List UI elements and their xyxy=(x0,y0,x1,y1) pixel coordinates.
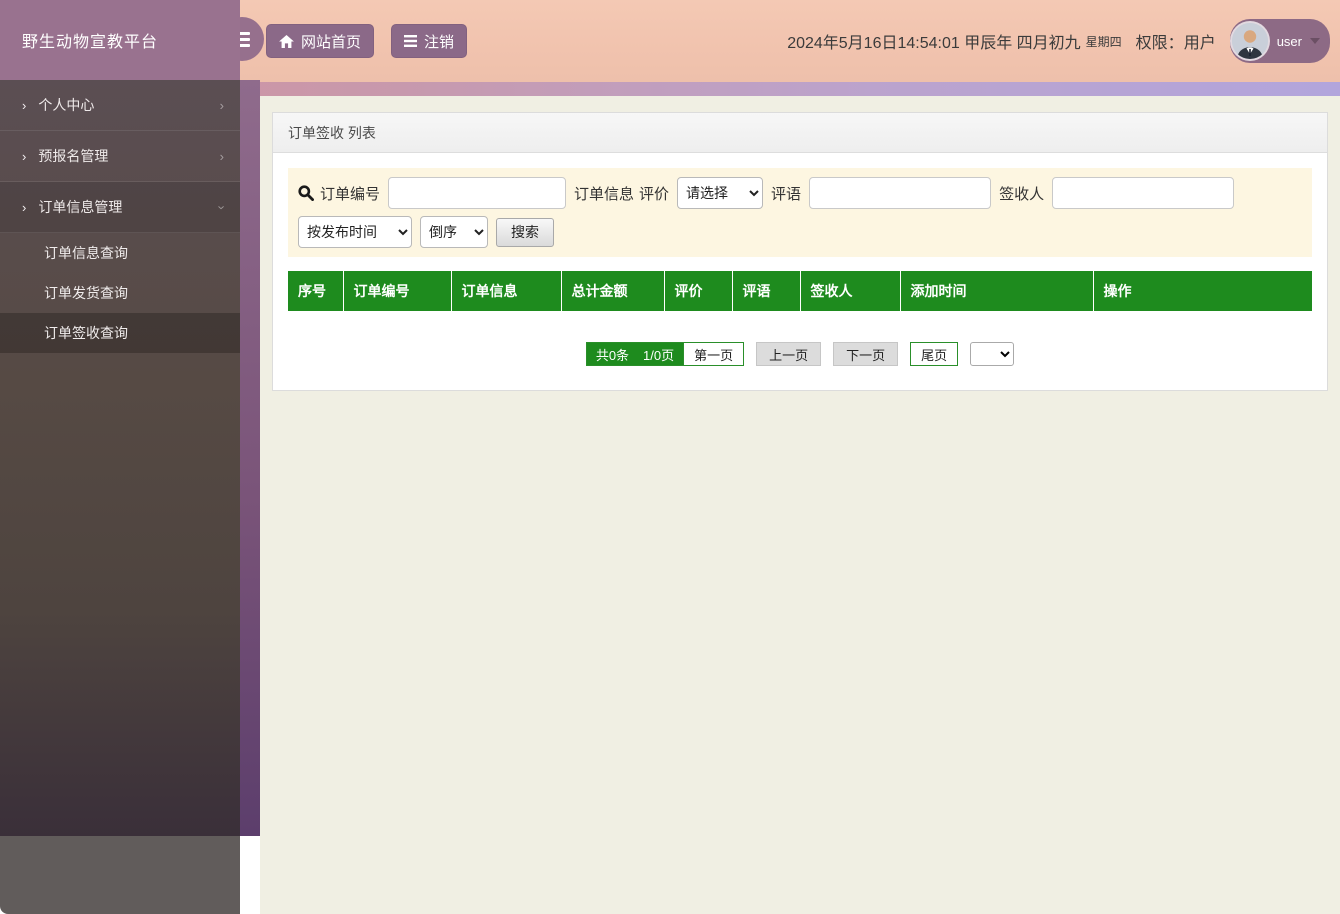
panel-header: 订单签收 列表 xyxy=(273,113,1327,153)
column-header-total-amount: 总计金额 xyxy=(561,271,665,311)
sidebar-item-label: 个人中心 xyxy=(38,97,95,113)
search-row-2: 按发布时间 倒序 搜索 xyxy=(298,216,1302,248)
chevron-down-icon: › xyxy=(214,204,230,210)
user-menu[interactable]: user xyxy=(1229,19,1330,63)
sidebar: › 个人中心 › › 预报名管理 › › 订单信息管理 › 订单信息查询 订单发… xyxy=(0,80,260,836)
home-icon xyxy=(279,34,294,48)
logout-button[interactable]: 注销 xyxy=(391,24,468,58)
receiver-input[interactable] xyxy=(1052,177,1235,209)
next-page-button[interactable]: 下一页 xyxy=(833,342,899,366)
search-row-1: 订单编号 订单信息 评价 请选择 评语 签收人 xyxy=(298,177,1302,209)
sidebar-item-label: 预报名管理 xyxy=(38,148,109,164)
comment-input[interactable] xyxy=(809,177,992,209)
role-value: 用户 xyxy=(1183,35,1216,52)
page-select[interactable] xyxy=(970,342,1015,366)
total-count: 共0条 xyxy=(595,347,630,363)
logout-button-label: 注销 xyxy=(424,33,455,51)
user-avatar xyxy=(1231,23,1268,59)
column-header-seq: 序号 xyxy=(288,271,344,311)
order-info-label: 订单信息 xyxy=(574,185,635,203)
rating-label: 评价 xyxy=(639,185,670,203)
weekday-text: 星期四 xyxy=(1085,34,1122,49)
sidebar-item-label: 订单信息管理 xyxy=(38,199,123,215)
column-header-actions: 操作 xyxy=(1093,271,1312,311)
chevron-right-icon: › xyxy=(219,148,224,164)
datetime-text: 2024年5月16日14:54:01 甲辰年 四月初九 xyxy=(787,35,1081,52)
sidebar-subitem-order-receipt-query[interactable]: 订单签收查询 xyxy=(0,313,240,353)
permission-text: 权限：用户 xyxy=(1136,29,1216,53)
sidebar-menu: › 个人中心 › › 预报名管理 › › 订单信息管理 › 订单信息查询 订单发… xyxy=(0,80,240,836)
sidebar-subitem-order-shipping-query[interactable]: 订单发货查询 xyxy=(0,273,240,313)
pagination: 共0条 1/0页 第一页 上一页 下一页 尾页 xyxy=(288,342,1312,366)
sidebar-subitem-label: 订单签收查询 xyxy=(44,325,128,341)
column-header-add-time: 添加时间 xyxy=(900,271,1094,311)
order-receipt-panel: 订单签收 列表 订单编号 订单信息 评价 请选择 评语 签收人 按发布时间 倒序… xyxy=(272,112,1328,391)
username-label: user xyxy=(1276,33,1302,49)
sidebar-subitem-label: 订单发货查询 xyxy=(44,285,128,301)
home-button[interactable]: 网站首页 xyxy=(266,24,375,58)
home-button-label: 网站首页 xyxy=(301,33,362,51)
table-header-row: 序号 订单编号 订单信息 总计金额 评价 评语 签收人 添加时间 操作 xyxy=(288,271,1312,311)
column-header-order-no: 订单编号 xyxy=(343,271,452,311)
rating-select[interactable]: 请选择 xyxy=(677,177,764,209)
column-header-receiver: 签收人 xyxy=(800,271,901,311)
list-icon xyxy=(404,35,418,47)
app-title: 野生动物宣教平台 xyxy=(22,34,159,51)
caret-down-icon xyxy=(1310,38,1320,44)
panel-body: 订单编号 订单信息 评价 请选择 评语 签收人 按发布时间 倒序 搜索 序号 订… xyxy=(273,153,1327,390)
chevron-right-icon: › xyxy=(22,199,27,215)
comment-label: 评语 xyxy=(771,185,802,203)
page-indicator: 1/0页 xyxy=(643,347,675,363)
search-button[interactable]: 搜索 xyxy=(496,217,554,247)
sort-order-select[interactable]: 倒序 xyxy=(420,216,488,248)
sidebar-subitem-label: 订单信息查询 xyxy=(44,245,128,261)
sort-field-select[interactable]: 按发布时间 xyxy=(298,216,412,248)
prev-page-button[interactable]: 上一页 xyxy=(756,342,822,366)
app-title-bar: 野生动物宣教平台 xyxy=(0,0,240,80)
sidebar-item-personal-center[interactable]: › 个人中心 › xyxy=(0,80,240,131)
chevron-right-icon: › xyxy=(219,97,224,113)
receiver-label: 签收人 xyxy=(999,185,1045,203)
sidebar-subitem-order-info-query[interactable]: 订单信息查询 xyxy=(0,233,240,273)
order-no-label: 订单编号 xyxy=(320,185,381,203)
column-header-rating: 评价 xyxy=(664,271,733,311)
sidebar-item-pre-registration[interactable]: › 预报名管理 › xyxy=(0,131,240,182)
chevron-right-icon: › xyxy=(22,148,27,164)
panel-title: 订单签收 列表 xyxy=(288,124,376,141)
first-page-button[interactable]: 第一页 xyxy=(683,343,744,365)
chevron-right-icon: › xyxy=(22,97,27,113)
orders-table: 序号 订单编号 订单信息 总计金额 评价 评语 签收人 添加时间 操作 xyxy=(288,271,1312,311)
permission-label: 权限： xyxy=(1135,35,1184,52)
search-icon xyxy=(298,185,314,201)
column-header-order-info: 订单信息 xyxy=(451,271,562,311)
sidebar-footer xyxy=(0,836,240,914)
sidebar-item-order-management[interactable]: › 订单信息管理 › xyxy=(0,182,240,233)
pagination-summary: 共0条 1/0页 xyxy=(587,343,683,365)
last-page-button[interactable]: 尾页 xyxy=(910,342,959,366)
search-filter-bar: 订单编号 订单信息 评价 请选择 评语 签收人 按发布时间 倒序 搜索 xyxy=(288,168,1312,257)
order-no-input[interactable] xyxy=(388,177,567,209)
pagination-info-group: 共0条 1/0页 第一页 xyxy=(585,342,745,366)
column-header-comment: 评语 xyxy=(732,271,801,311)
